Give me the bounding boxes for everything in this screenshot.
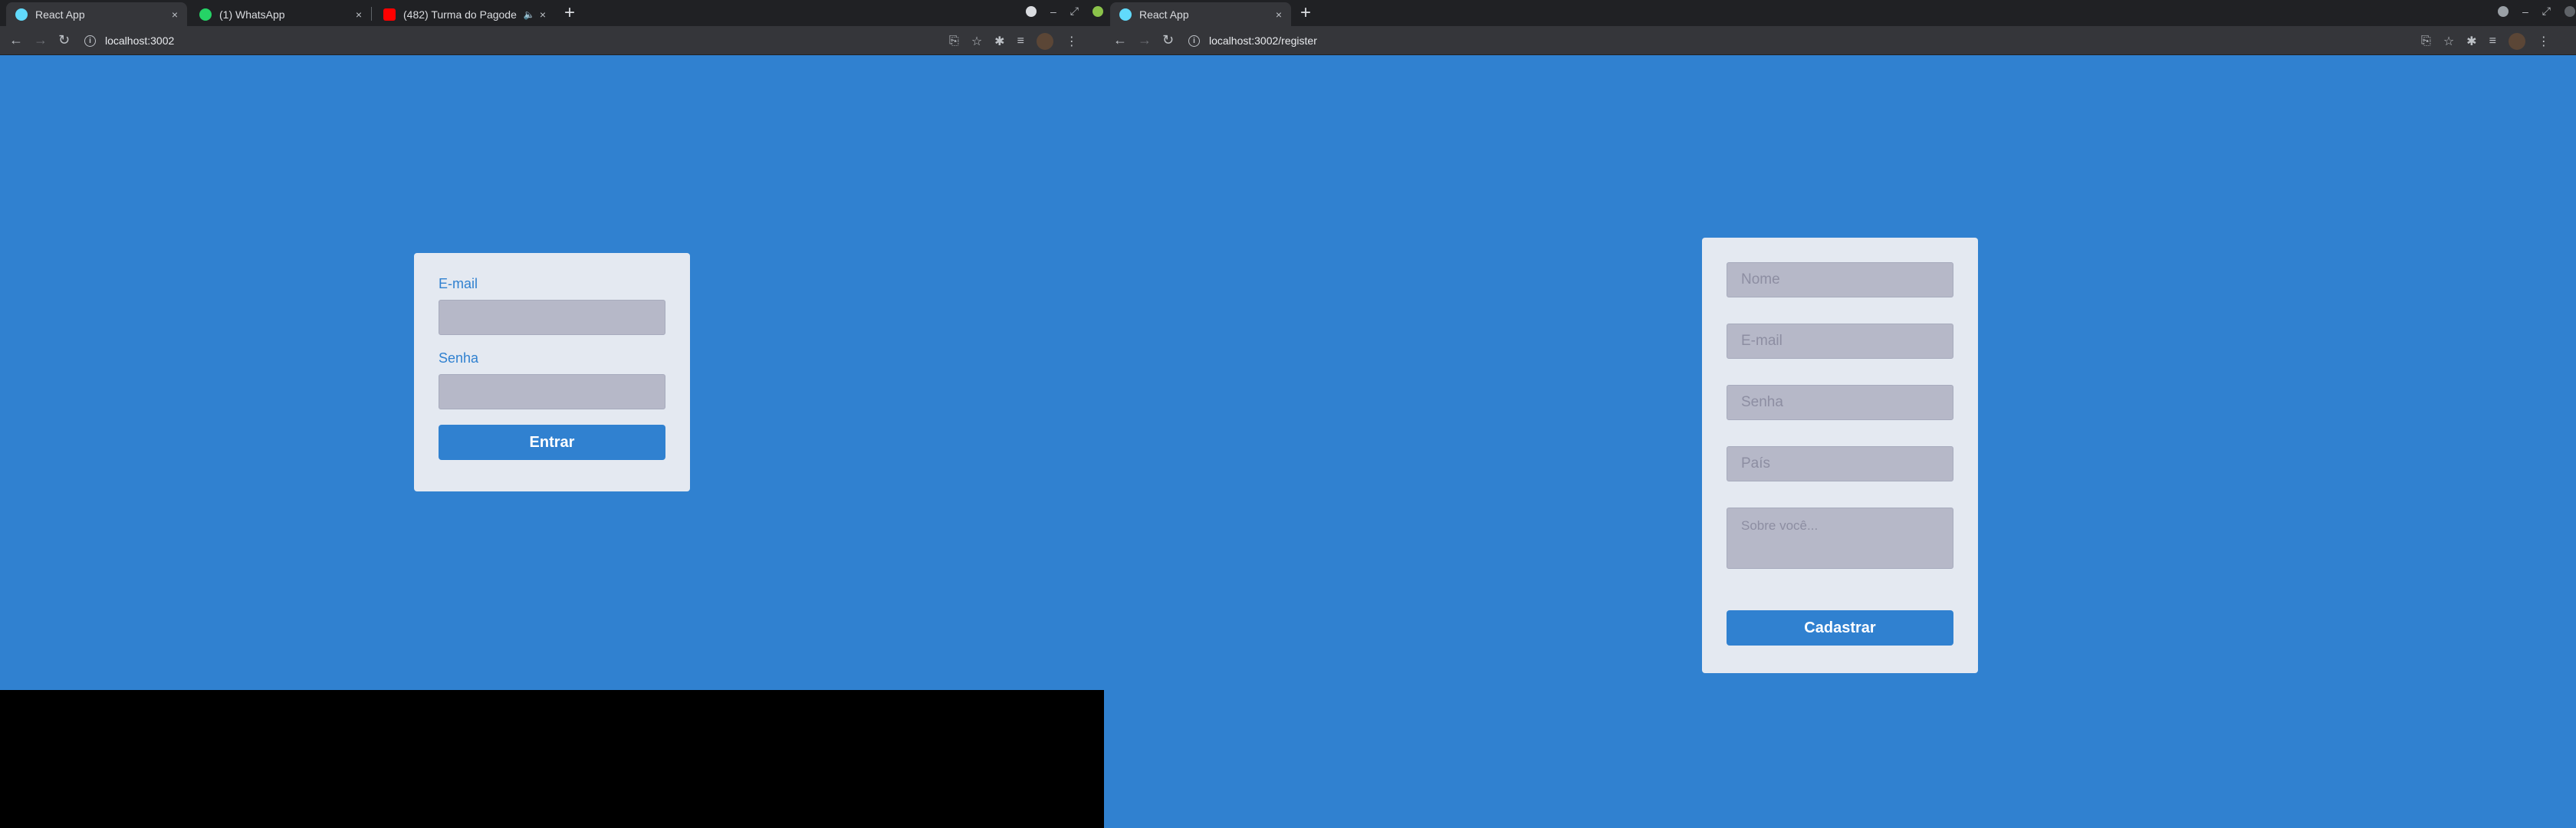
email-field[interactable] [439,300,665,335]
reading-list-icon[interactable]: ≡ [2489,34,2496,48]
tab-react-app[interactable]: React App × [6,2,187,26]
menu-icon[interactable]: ⋮ [2538,34,2550,49]
new-tab-button[interactable]: + [1300,3,1311,23]
password-field[interactable] [439,374,665,409]
react-favicon-icon [15,8,28,21]
name-field[interactable] [1727,262,1953,297]
reload-icon[interactable]: ↻ [58,32,70,48]
tab-react-app[interactable]: React App × [1110,2,1291,26]
right-browser-window: React App × + – ⤢ ← → ↻ i localhost:3002… [1104,0,2576,828]
menu-icon[interactable]: ⋮ [1066,34,1078,49]
site-info-icon[interactable]: i [1188,34,1200,47]
window-controls: – ⤢ [2498,5,2575,18]
profile-dot-icon[interactable] [1026,5,1037,17]
tab-title: (482) Turma do Pagode - [403,8,519,21]
close-window-icon[interactable] [2564,5,2575,17]
avatar[interactable] [2508,33,2525,50]
new-tab-button[interactable]: + [564,3,575,23]
toolbar-icons: ⎘ ☆ ✱ ≡ ⋮ [949,33,1078,50]
address-bar[interactable]: i localhost:3002 [84,30,928,51]
address-bar[interactable]: i localhost:3002/register [1188,30,2400,51]
avatar[interactable] [1036,33,1053,50]
close-tab-icon[interactable]: × [1276,8,1282,21]
tab-whatsapp[interactable]: (1) WhatsApp × [190,2,371,26]
star-icon[interactable]: ☆ [2443,34,2454,49]
tab-separator [371,7,372,21]
tab-title: React App [1139,8,1189,21]
back-icon[interactable]: ← [9,32,23,48]
tab-strip: React App × + – ⤢ [1104,0,2576,26]
email-field[interactable] [1727,324,1953,359]
tab-strip: React App × (1) WhatsApp × (482) Turma d… [0,0,1104,26]
reading-list-icon[interactable]: ≡ [1017,34,1024,48]
close-tab-icon[interactable]: × [172,8,178,21]
minimize-icon[interactable]: – [1050,5,1056,18]
register-card: Cadastrar [1702,238,1978,673]
profile-dot-icon[interactable] [2498,5,2509,17]
password-field[interactable] [1727,385,1953,420]
password-label: Senha [439,350,479,366]
restore-icon[interactable]: ⤢ [2542,5,2551,18]
close-tab-icon[interactable]: × [540,8,546,21]
reload-icon[interactable]: ↻ [1162,32,1174,48]
country-field[interactable] [1727,446,1953,481]
url-text: localhost:3002 [105,34,175,47]
browser-toolbar: ← → ↻ i localhost:3002/register ⎘ ☆ ✱ ≡ … [1104,26,2576,55]
translate-icon[interactable]: ⎘ [949,34,959,48]
url-text: localhost:3002/register [1209,34,1317,47]
site-info-icon[interactable]: i [84,34,96,47]
star-icon[interactable]: ☆ [971,34,982,49]
browser-toolbar: ← → ↻ i localhost:3002 ⎘ ☆ ✱ ≡ ⋮ [0,26,1104,55]
email-label: E-mail [439,276,478,291]
translate-icon[interactable]: ⎘ [2421,34,2431,48]
left-browser-window: React App × (1) WhatsApp × (482) Turma d… [0,0,1104,690]
youtube-favicon-icon [383,8,396,21]
extensions-icon[interactable]: ✱ [994,34,1004,49]
react-favicon-icon [1119,8,1132,21]
forward-icon[interactable]: → [1138,32,1152,48]
forward-icon[interactable]: → [34,32,48,48]
toolbar-icons: ⎘ ☆ ✱ ≡ ⋮ [2421,33,2550,50]
close-tab-icon[interactable]: × [356,8,362,21]
tab-title: (1) WhatsApp [219,8,285,21]
extensions-icon[interactable]: ✱ [2466,34,2476,49]
whatsapp-favicon-icon [199,8,212,21]
window-controls: – ⤢ [1026,5,1103,18]
back-icon[interactable]: ← [1113,32,1127,48]
login-card: E-mail Senha Entrar [414,253,690,491]
restore-icon[interactable]: ⤢ [1070,5,1079,18]
register-button[interactable]: Cadastrar [1727,610,1953,646]
about-textarea[interactable] [1727,508,1953,569]
tab-title: React App [35,8,85,21]
tab-youtube[interactable]: (482) Turma do Pagode - 🔈 × [374,2,555,26]
maximize-icon[interactable] [1092,5,1103,17]
audio-playing-icon[interactable]: 🔈 [524,9,535,20]
login-button[interactable]: Entrar [439,425,665,460]
minimize-icon[interactable]: – [2522,5,2528,18]
